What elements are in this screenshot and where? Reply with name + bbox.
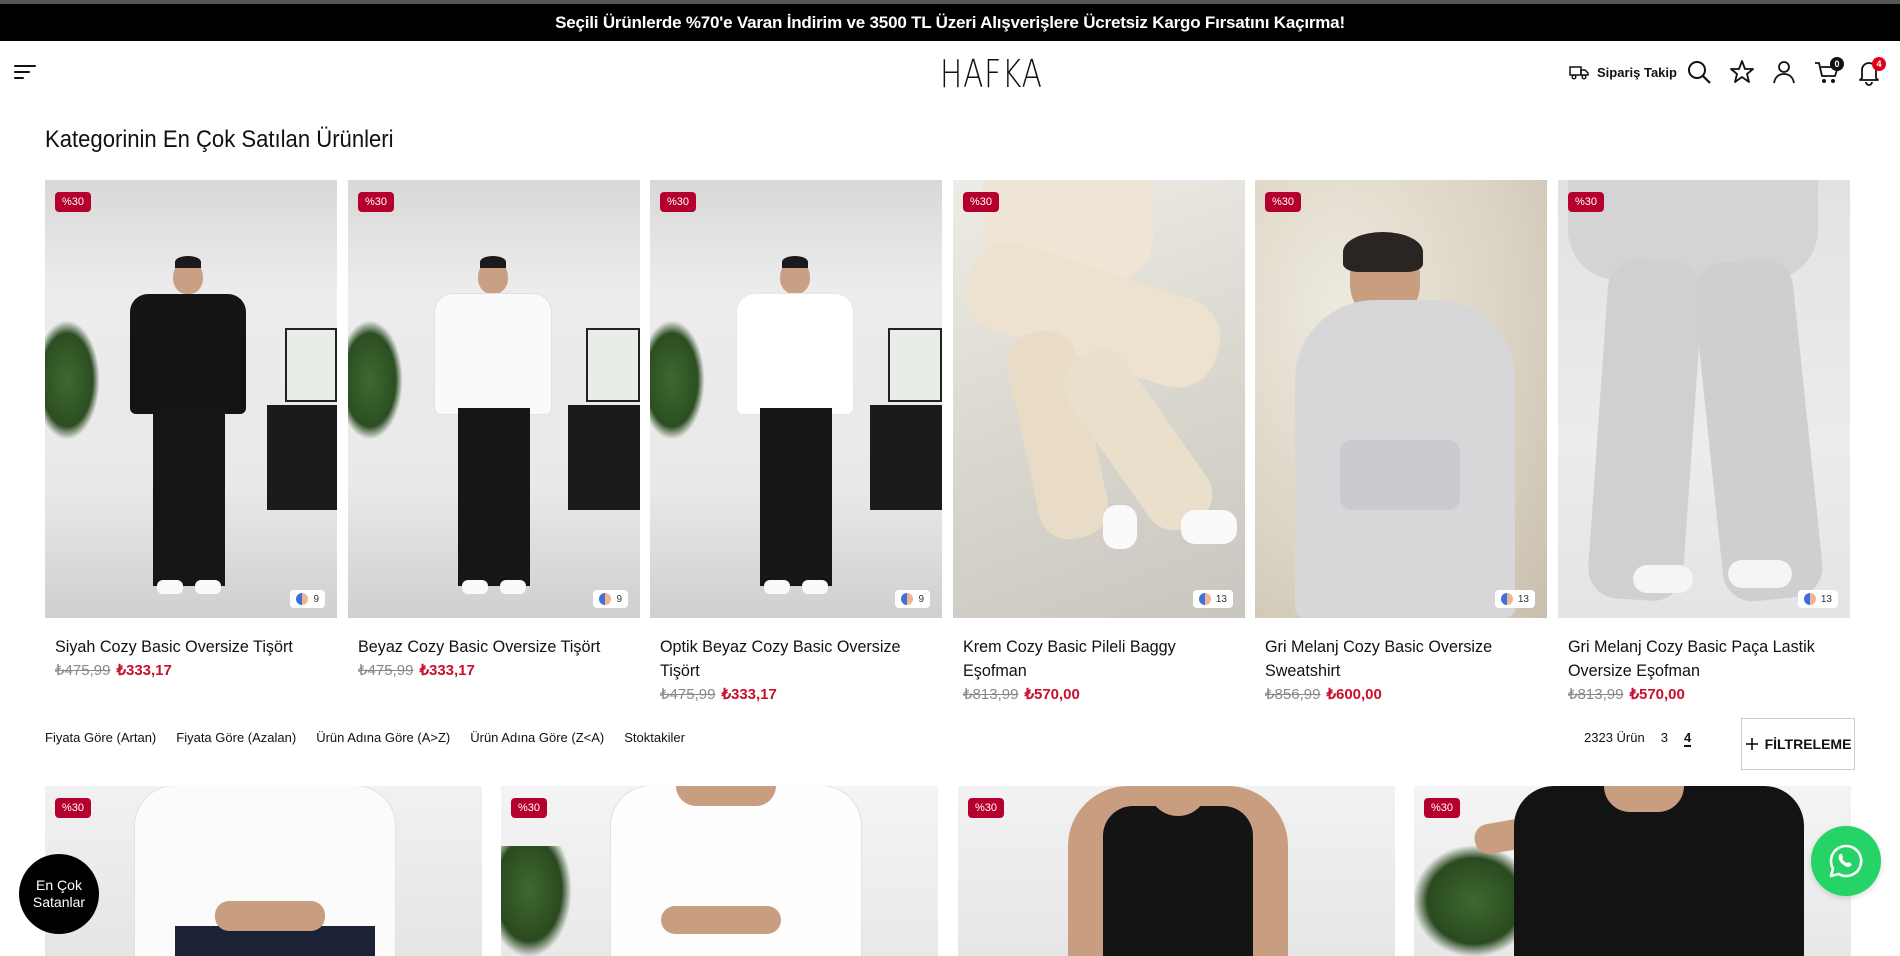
notification-count-badge: 4 bbox=[1872, 57, 1886, 71]
sale-price: ₺570,00 bbox=[1024, 686, 1080, 703]
filter-label: FİLTRELEME bbox=[1764, 736, 1852, 752]
truck-icon bbox=[1569, 66, 1589, 80]
color-swatch-icon bbox=[901, 593, 914, 605]
color-swatch-icon bbox=[296, 593, 309, 605]
sort-name-desc[interactable]: Ürün Adına Göre (Z<A) bbox=[470, 730, 604, 745]
product-card[interactable]: %30 9 Beyaz Cozy Basic Oversize Tişört ₺… bbox=[348, 180, 640, 679]
product-name[interactable]: Gri Melanj Cozy Basic Paça Lastik Oversi… bbox=[1568, 635, 1826, 683]
bell-icon[interactable]: 4 bbox=[1855, 57, 1886, 86]
discount-badge: %30 bbox=[55, 192, 92, 212]
sale-price: ₺570,00 bbox=[1629, 686, 1685, 703]
product-card[interactable]: %30 9 Optik Beyaz Cozy Basic Oversize Ti… bbox=[650, 180, 942, 703]
product-card[interactable]: %30 9 Siyah Cozy Basic Oversize Tişört ₺… bbox=[45, 180, 337, 679]
menu-icon[interactable] bbox=[14, 63, 38, 81]
discount-badge: %30 bbox=[963, 192, 1000, 212]
product-name[interactable]: Optik Beyaz Cozy Basic Oversize Tişört bbox=[660, 635, 918, 683]
color-variants[interactable]: 13 bbox=[1192, 590, 1233, 608]
discount-badge: %30 bbox=[968, 798, 1005, 818]
sale-price: ₺333,17 bbox=[419, 662, 475, 679]
filter-button[interactable]: FİLTRELEME bbox=[1741, 718, 1855, 770]
color-swatch-icon bbox=[1500, 593, 1513, 605]
sort-price-asc[interactable]: Fiyata Göre (Artan) bbox=[45, 730, 156, 745]
grid-controls: 2323 Ürün 3 4 bbox=[1584, 730, 1692, 747]
color-count: 13 bbox=[1215, 593, 1227, 605]
color-count: 13 bbox=[1820, 593, 1832, 605]
color-count: 9 bbox=[616, 593, 622, 605]
product-image[interactable]: %30 9 bbox=[45, 180, 337, 618]
discount-badge: %30 bbox=[1265, 192, 1302, 212]
old-price: ₺475,99 bbox=[660, 686, 716, 703]
whatsapp-icon bbox=[1829, 844, 1863, 878]
logo[interactable]: HAFKA bbox=[940, 51, 1042, 97]
announcement-text: Seçili Ürünlerde %70'e Varan İndirim ve … bbox=[555, 12, 1345, 32]
plus-icon bbox=[1745, 738, 1758, 750]
product-card[interactable]: %30 13 Krem Cozy Basic Pileli Baggy Eşof… bbox=[953, 180, 1245, 703]
product-image[interactable]: %30 13 bbox=[953, 180, 1245, 618]
product-card[interactable]: %30 13 Gri Melanj Cozy Basic Paça Lastik… bbox=[1558, 180, 1850, 703]
whatsapp-button[interactable] bbox=[1811, 826, 1881, 896]
color-swatch-icon bbox=[599, 593, 612, 605]
product-card[interactable]: %30 13 Gri Melanj Cozy Basic Oversize Sw… bbox=[1255, 180, 1547, 703]
old-price: ₺856,99 bbox=[1265, 686, 1321, 703]
product-count: 2323 Ürün bbox=[1584, 730, 1645, 745]
old-price: ₺813,99 bbox=[963, 686, 1019, 703]
product-name[interactable]: Krem Cozy Basic Pileli Baggy Eşofman bbox=[963, 635, 1221, 683]
grid-4-columns[interactable]: 4 bbox=[1683, 730, 1692, 747]
discount-badge: %30 bbox=[1424, 798, 1461, 818]
product-card[interactable]: %30 bbox=[1414, 786, 1851, 956]
old-price: ₺475,99 bbox=[358, 662, 414, 679]
sort-in-stock[interactable]: Stoktakiler bbox=[624, 730, 685, 745]
sale-price: ₺600,00 bbox=[1326, 686, 1382, 703]
product-image[interactable]: %30 9 bbox=[650, 180, 942, 618]
product-card[interactable]: %30 bbox=[45, 786, 482, 956]
color-count: 13 bbox=[1517, 593, 1529, 605]
color-variants[interactable]: 13 bbox=[1797, 590, 1838, 608]
product-image[interactable]: %30 13 bbox=[1255, 180, 1547, 618]
product-name[interactable]: Siyah Cozy Basic Oversize Tişört bbox=[55, 635, 313, 659]
old-price: ₺813,99 bbox=[1568, 686, 1624, 703]
product-image[interactable]: %30 13 bbox=[1558, 180, 1850, 618]
bestseller-button[interactable]: En Çok Satanlar bbox=[19, 854, 99, 934]
product-name[interactable]: Gri Melanj Cozy Basic Oversize Sweatshir… bbox=[1265, 635, 1523, 683]
bestseller-button-label: En Çok Satanlar bbox=[32, 877, 86, 910]
discount-badge: %30 bbox=[511, 798, 548, 818]
cart-icon[interactable]: 0 bbox=[1813, 57, 1844, 86]
color-variants[interactable]: 13 bbox=[1494, 590, 1535, 608]
order-track-label: Sipariş Takip bbox=[1597, 64, 1677, 80]
product-image[interactable]: %30 9 bbox=[348, 180, 640, 618]
sale-price: ₺333,17 bbox=[116, 662, 172, 679]
sort-name-asc[interactable]: Ürün Adına Göre (A>Z) bbox=[316, 730, 450, 745]
color-swatch-icon bbox=[1803, 593, 1816, 605]
sort-options: Fiyata Göre (Artan) Fiyata Göre (Azalan)… bbox=[45, 730, 685, 745]
discount-badge: %30 bbox=[358, 192, 395, 212]
sale-price: ₺333,17 bbox=[721, 686, 777, 703]
color-variants[interactable]: 9 bbox=[290, 590, 325, 608]
search-icon[interactable] bbox=[1685, 58, 1713, 86]
discount-badge: %30 bbox=[55, 798, 92, 818]
section-title: Kategorinin En Çok Satılan Ürünleri bbox=[45, 126, 394, 153]
color-count: 9 bbox=[918, 593, 924, 605]
color-count: 9 bbox=[313, 593, 319, 605]
sort-price-desc[interactable]: Fiyata Göre (Azalan) bbox=[176, 730, 296, 745]
old-price: ₺475,99 bbox=[55, 662, 111, 679]
user-icon[interactable] bbox=[1770, 58, 1798, 86]
product-name[interactable]: Beyaz Cozy Basic Oversize Tişört bbox=[358, 635, 616, 659]
product-card[interactable]: %30 bbox=[501, 786, 938, 956]
cart-count-badge: 0 bbox=[1830, 57, 1844, 71]
product-card[interactable]: %30 bbox=[958, 786, 1395, 956]
order-track-link[interactable]: Sipariş Takip bbox=[1569, 61, 1677, 83]
announcement-bar: Seçili Ürünlerde %70'e Varan İndirim ve … bbox=[0, 4, 1900, 41]
discount-badge: %30 bbox=[660, 192, 697, 212]
color-swatch-icon bbox=[1198, 593, 1211, 605]
color-variants[interactable]: 9 bbox=[895, 590, 930, 608]
discount-badge: %30 bbox=[1568, 192, 1605, 212]
color-variants[interactable]: 9 bbox=[593, 590, 628, 608]
star-icon[interactable] bbox=[1728, 58, 1756, 86]
site-header: HAFKA Sipariş Takip 0 4 bbox=[0, 41, 1900, 109]
grid-3-columns[interactable]: 3 bbox=[1661, 730, 1668, 747]
